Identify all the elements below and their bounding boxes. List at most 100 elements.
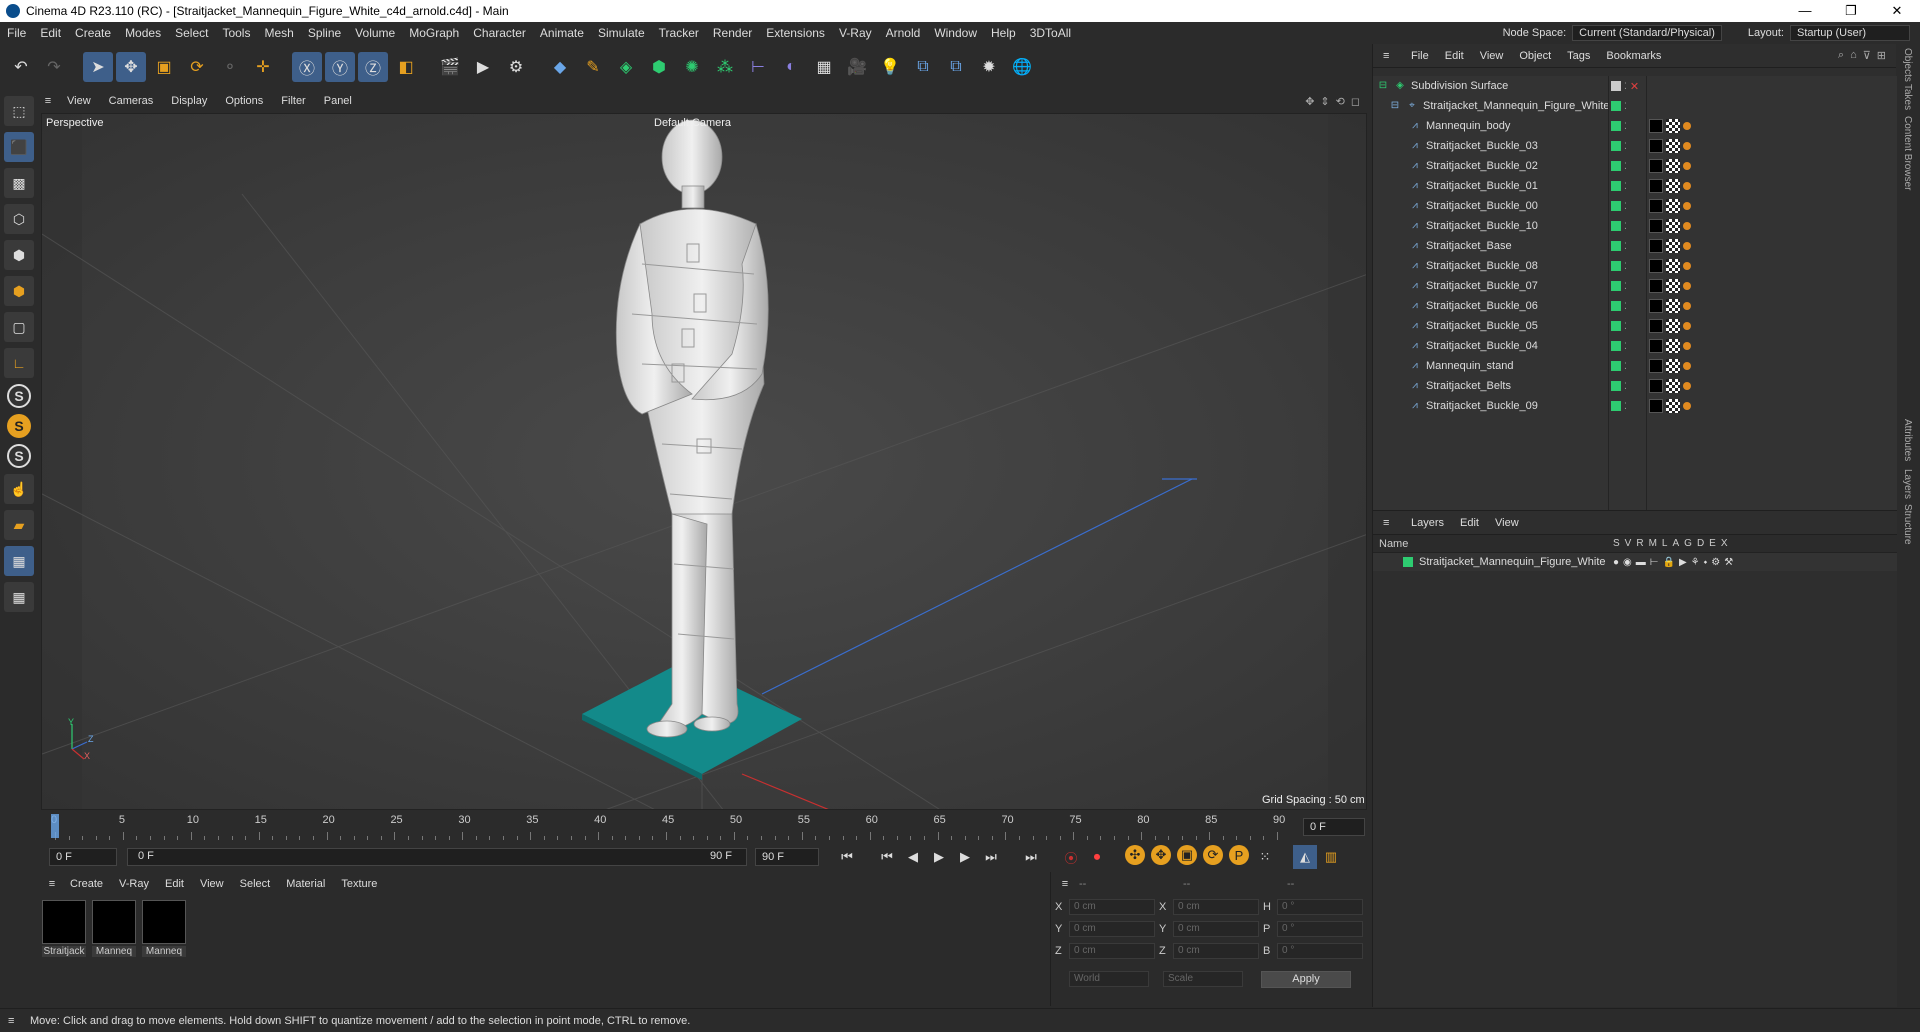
menu-file[interactable]: File [0,26,33,40]
key-scale-icon[interactable]: ▣ [1177,845,1197,865]
list-item[interactable]: ⩘ Straitjacket_Base ⁚ [1373,236,1897,256]
visibility-toggles[interactable]: ⁚ [1611,361,1627,372]
edge-mode-icon[interactable]: ⬢ [4,240,34,270]
side-tab-takes[interactable]: Takes [1902,84,1913,110]
visibility-toggles[interactable]: ⁚ [1611,181,1627,192]
workplane-icon[interactable]: ▰ [4,510,34,540]
list-item[interactable]: ⩘ Mannequin_stand ⁚ [1373,356,1897,376]
redo-icon[interactable]: ↷ [39,52,69,82]
coord-field[interactable]: 0 cm [1069,921,1155,937]
visibility-toggles[interactable]: ⁚ [1611,321,1627,332]
prev-key-icon[interactable]: ⏮ [875,845,899,869]
3d-viewport[interactable]: Perspective Default Camera Grid Spacing … [41,113,1367,810]
play-icon[interactable]: ▶ [927,845,951,869]
coordinate-tool-icon[interactable]: ✛ [248,52,278,82]
material-menu-texture[interactable]: Texture [333,878,385,890]
visibility-toggles[interactable]: ⁚ [1611,301,1627,312]
point-mode-icon[interactable]: ⬡ [4,204,34,234]
render-view-icon[interactable]: ▶ [468,52,498,82]
material-menu-create[interactable]: Create [62,878,111,890]
side-tab-content-browser[interactable]: Content Browser [1902,116,1913,190]
viewport-menu-filter[interactable]: Filter [272,95,314,107]
undo-icon[interactable]: ↶ [6,52,36,82]
material-tags[interactable] [1649,139,1691,153]
object-menu-edit[interactable]: Edit [1437,50,1472,62]
coord-field[interactable]: 0 ° [1277,899,1363,915]
material-tags[interactable] [1649,259,1691,273]
material-tags[interactable] [1649,239,1691,253]
prev-frame-icon[interactable]: ◀ [901,845,925,869]
python-icon[interactable]: ⧉ [908,52,938,82]
recent-tool-icon[interactable]: ⚬ [215,52,245,82]
filter-icon[interactable]: ⊽ [1863,49,1871,62]
list-item[interactable]: ⩘ Mannequin_body ⁚ [1373,116,1897,136]
menu-volume[interactable]: Volume [348,26,402,40]
minimize-button[interactable]: — [1782,3,1828,19]
coord-field[interactable]: 0 ° [1277,921,1363,937]
material-menu-material[interactable]: Material [278,878,333,890]
material-tags[interactable] [1649,199,1691,213]
material-swatch[interactable]: Straitjack [42,900,86,957]
object-menu-object[interactable]: Object [1511,50,1559,62]
apply-button[interactable]: Apply [1261,970,1351,988]
world-select[interactable]: World [1069,971,1149,987]
menu-simulate[interactable]: Simulate [591,26,652,40]
list-item[interactable]: ⩘ Straitjacket_Buckle_08 ⁚ [1373,256,1897,276]
viewport-menu-view[interactable]: View [58,95,100,107]
list-item[interactable]: ⩘ Straitjacket_Buckle_03 ⁚ [1373,136,1897,156]
visibility-toggles[interactable]: ⁚ [1611,341,1627,352]
start-frame-field[interactable]: 0 F [49,848,117,866]
maximize-button[interactable]: ❐ [1828,3,1874,19]
menu-create[interactable]: Create [68,26,118,40]
material-menu-edit[interactable]: Edit [157,878,192,890]
layer-color-swatch[interactable] [1403,557,1413,567]
current-frame-field[interactable]: 0 F [1303,818,1365,836]
orbit-icon[interactable]: ⟲ [1336,95,1345,108]
subdivision-icon[interactable]: ◈ [611,52,641,82]
material-tags[interactable] [1649,119,1691,133]
menu-animate[interactable]: Animate [533,26,591,40]
side-tab-objects[interactable]: Objects [1902,48,1913,82]
material-menu-select[interactable]: Select [232,878,279,890]
list-item[interactable]: ⩘ Straitjacket_Buckle_07 ⁚ [1373,276,1897,296]
z-axis-lock-icon[interactable]: Ⓩ [358,52,388,82]
texture-mode-icon[interactable]: ▩ [4,168,34,198]
next-frame-icon[interactable]: ▶ [953,845,977,869]
timeline-track[interactable]: 051015202530354045505560657075808590 [49,812,1291,842]
menu-spline[interactable]: Spline [301,26,348,40]
list-item[interactable]: ⩘ Straitjacket_Buckle_10 ⁚ [1373,216,1897,236]
visibility-toggles[interactable]: ⁚ [1611,201,1627,212]
list-item[interactable]: ⩘ Straitjacket_Belts ⁚ [1373,376,1897,396]
material-menu-v-ray[interactable]: V-Ray [111,878,157,890]
coord-field[interactable]: 0 cm [1173,943,1259,959]
layer-row[interactable]: Straitjacket_Mannequin_Figure_White ● ◉ ▬ ⊢… [1373,553,1897,571]
object-menu-bookmarks[interactable]: Bookmarks [1598,50,1669,62]
layer-toggle-icons[interactable]: ● ◉ ▬ ⊢ 🔒 ▶ ⚘ ⬩ ⚙ ⚒ [1613,557,1733,568]
field-icon[interactable]: ◐ [776,52,806,82]
tweak-icon[interactable]: ☝ [4,474,34,504]
visibility-toggles[interactable]: ⁚ [1611,381,1627,392]
material-tags[interactable] [1649,339,1691,353]
visibility-toggles[interactable]: ⁚ [1611,101,1627,112]
axis-mode-icon[interactable]: ∟ [4,348,34,378]
visibility-toggles[interactable]: ⁚ [1611,281,1627,292]
layer-menu-view[interactable]: View [1487,517,1527,529]
key-position-icon[interactable]: ✣ [1125,845,1145,865]
material-tags[interactable] [1649,359,1691,373]
menu-render[interactable]: Render [706,26,759,40]
viewport-menu-panel[interactable]: Panel [315,95,361,107]
menu-window[interactable]: Window [927,26,984,40]
lock-workplane-icon[interactable]: ▦ [4,582,34,612]
coord-field[interactable]: 0 cm [1173,899,1259,915]
model-mode-icon[interactable]: ⬚ [4,96,34,126]
list-item[interactable]: ⩘ Straitjacket_Buckle_09 ⁚ [1373,396,1897,416]
scale-select[interactable]: Scale [1163,971,1243,987]
coord-field[interactable]: 0 ° [1277,943,1363,959]
globe-icon[interactable]: 🌐 [1007,52,1037,82]
object-mode-icon[interactable]: ⬛ [4,132,34,162]
menu-tracker[interactable]: Tracker [652,26,706,40]
object-menu-tags[interactable]: Tags [1559,50,1598,62]
coord-field[interactable]: 0 cm [1173,921,1259,937]
side-tab-structure[interactable]: Structure [1902,504,1913,545]
menu-arnold[interactable]: Arnold [879,26,928,40]
